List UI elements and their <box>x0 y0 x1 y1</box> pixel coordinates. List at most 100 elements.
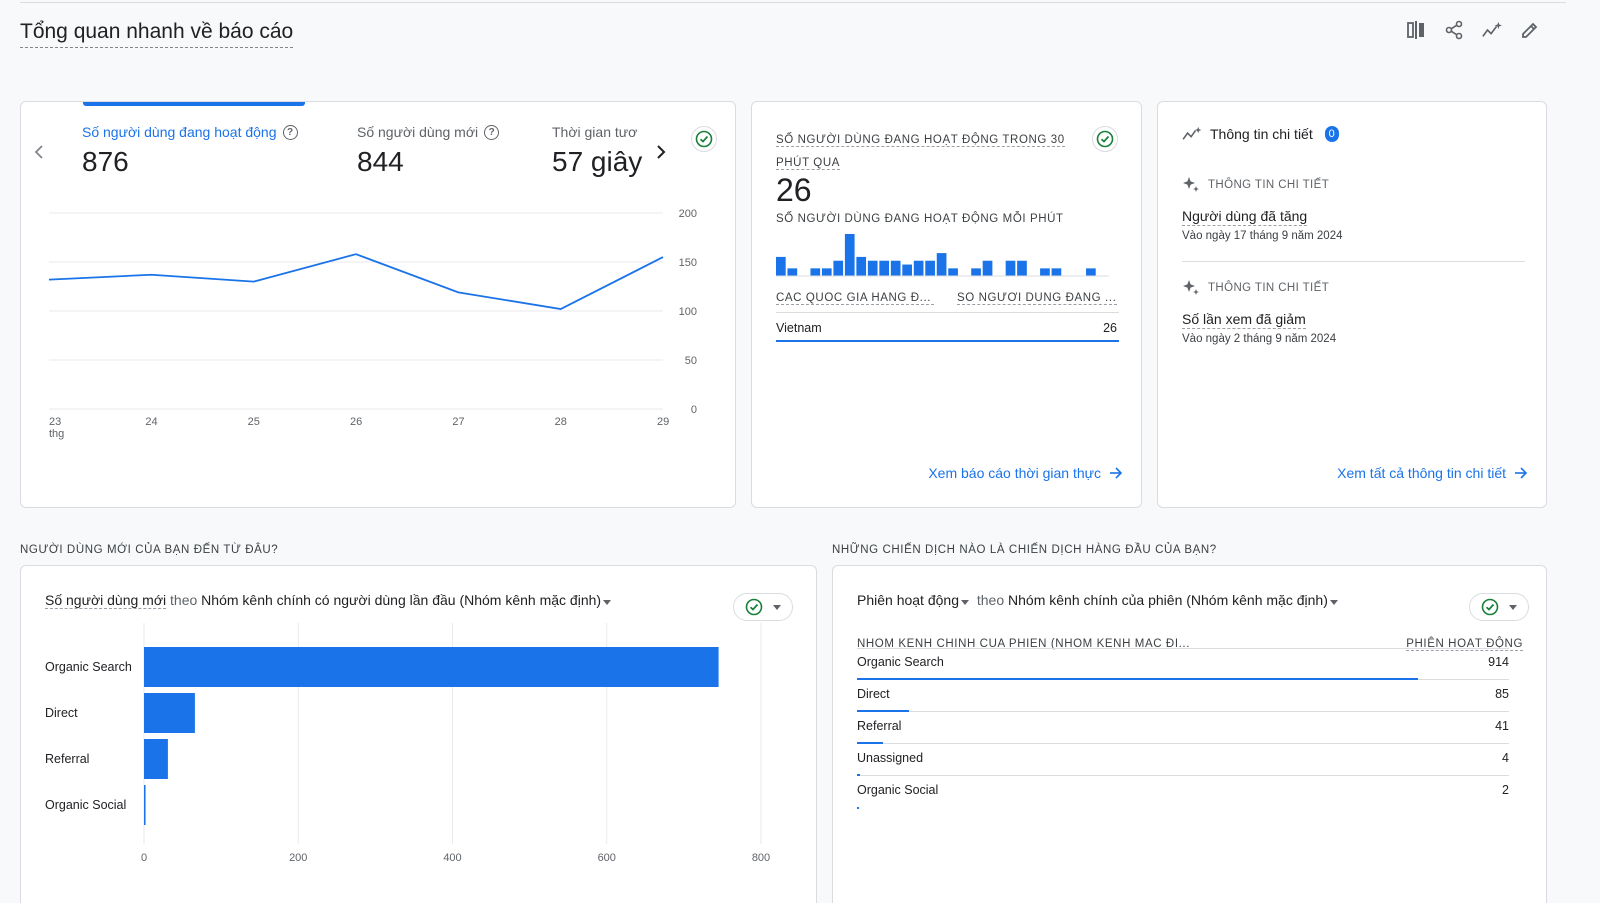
table-row[interactable]: Unassigned 4 <box>857 744 1509 776</box>
insight-date: Vào ngày 2 tháng 9 năm 2024 <box>1182 333 1337 345</box>
table-row[interactable]: Direct 85 <box>857 680 1509 712</box>
new-users-card: Số người dùng mới theo Nhóm kênh chính c… <box>20 565 817 903</box>
campaigns-section-title: NHỮNG CHIẾN DỊCH NÀO LÀ CHIẾN DỊCH HÀNG … <box>832 544 1217 556</box>
metric-selector[interactable]: Phiên hoạt động <box>857 592 959 608</box>
row-sessions-value: 4 <box>1502 751 1509 765</box>
row-channel-name: Direct <box>857 687 890 701</box>
y-tick-label: 200 <box>679 208 697 220</box>
edit-icon[interactable] <box>1520 20 1540 40</box>
table-row[interactable]: Referral 41 <box>857 712 1509 744</box>
header-divider <box>857 648 1509 649</box>
row-channel-name: Referral <box>857 719 902 733</box>
realtime-card: SỐ NGƯỜI DÙNG ĐANG HOẠT ĐỘNG TRONG 30 PH… <box>751 101 1142 508</box>
insights-title: Thông tin chi tiết <box>1210 126 1313 142</box>
x-tick-label: 23 <box>49 416 61 428</box>
arrow-right-icon <box>1110 467 1123 479</box>
insights-header: Thông tin chi tiết 0 <box>1182 126 1339 142</box>
horizontal-bar-chart: 0 200 400 600 800 Organic Search Direct Referra… <box>45 623 770 864</box>
minute-bar <box>844 234 855 276</box>
x-tick-label: 200 <box>289 852 307 864</box>
overview-card: Số người dùng đang hoạt động? 876 Số ngư… <box>20 101 736 508</box>
table-row[interactable]: Organic Social 2 <box>857 776 1509 809</box>
insight-title: Số lần xem đã giảm <box>1182 311 1306 329</box>
insight-date: Vào ngày 17 tháng 9 năm 2024 <box>1182 230 1343 242</box>
minute-bar <box>1086 268 1096 276</box>
bar <box>144 693 195 733</box>
minute-bar <box>1005 260 1016 276</box>
y-tick-label: 0 <box>691 404 697 416</box>
minute-bar <box>971 268 981 276</box>
arrow-right-icon <box>1515 467 1528 479</box>
realtime-value: 26 <box>776 172 812 208</box>
caret-down-icon <box>1509 604 1517 610</box>
campaigns-card: Phiên hoạt động theo Nhóm kênh chính của… <box>832 565 1547 903</box>
data-quality-check-icon <box>1481 598 1499 616</box>
x-tick-label: 400 <box>443 852 461 864</box>
divider <box>776 312 1119 313</box>
x-tick-label: 26 <box>350 416 362 428</box>
realtime-col-users: SỐ NGƯỜI DÙNG ĐANG ... <box>957 292 1117 305</box>
page-title: Tổng quan nhanh về báo cáo <box>20 19 294 48</box>
divider <box>1182 261 1525 262</box>
row-sessions-value: 41 <box>1495 719 1509 733</box>
table-options-button[interactable] <box>1469 593 1529 621</box>
new-users-section-title: NGƯỜI DÙNG MỚI CỦA BẠN ĐẾN TỪ ĐÂU? <box>20 544 279 556</box>
line-chart: 0 50 100 150 200 23 24 25 26 27 28 29 thg <box>48 208 697 440</box>
realtime-row-name: Vietnam <box>776 321 822 335</box>
category-label: Referral <box>45 752 89 766</box>
insights-icon[interactable] <box>1482 20 1502 40</box>
insights-icon <box>1182 126 1202 140</box>
category-label: Organic Social <box>45 798 126 812</box>
realtime-report-link[interactable]: Xem báo cáo thời gian thực <box>928 465 1123 481</box>
table-row[interactable]: Organic Search 914 <box>857 648 1509 680</box>
row-sessions-value: 2 <box>1502 783 1509 797</box>
x-tick-label: 28 <box>555 416 567 428</box>
compare-icon[interactable] <box>1406 20 1426 40</box>
minute-bar <box>867 260 878 276</box>
minute-bar <box>879 260 890 276</box>
minute-bar <box>982 260 993 276</box>
row-sessions-value: 914 <box>1488 655 1509 669</box>
campaigns-table-title: Phiên hoạt động theo Nhóm kênh chính của… <box>857 592 1338 608</box>
insight-item[interactable]: THÔNG TIN CHI TIẾT Số lần xem đã giảm Và… <box>1182 279 1336 345</box>
realtime-row-value: 26 <box>1103 321 1117 335</box>
sparkle-icon <box>1183 280 1199 295</box>
realtime-subtitle: SỐ NGƯỜI DÙNG ĐANG HOẠT ĐỘNG MỖI PHÚT <box>776 213 1064 225</box>
x-tick-label: 800 <box>752 852 770 864</box>
x-tick-label: 0 <box>141 852 147 864</box>
category-label: Direct <box>45 706 78 720</box>
y-tick-label: 150 <box>679 257 697 269</box>
minute-bar <box>821 268 832 276</box>
minute-bar <box>1051 268 1062 276</box>
y-tick-label: 50 <box>685 355 697 367</box>
share-icon[interactable] <box>1444 20 1464 40</box>
x-tick-label: 29 <box>657 416 669 428</box>
row-share-bar <box>857 807 859 809</box>
row-channel-name: Organic Social <box>857 783 939 797</box>
realtime-title: SỐ NGƯỜI DÙNG ĐANG HOẠT ĐỘNG TRONG 30 PH… <box>776 134 1065 170</box>
minute-bar <box>833 260 844 276</box>
category-label: Organic Search <box>45 660 132 674</box>
minute-bar-chart <box>776 234 1109 277</box>
insight-title: Người dùng đã tăng <box>1182 208 1308 226</box>
row-sessions-value: 85 <box>1495 687 1509 701</box>
bar <box>144 785 146 825</box>
y-tick-label: 100 <box>679 306 697 318</box>
caret-down-icon[interactable] <box>1329 600 1338 605</box>
minute-bar <box>902 264 912 276</box>
minute-bar <box>913 260 924 276</box>
minute-bar <box>1040 268 1050 276</box>
caret-down-icon[interactable] <box>960 600 969 605</box>
minute-bar <box>1017 260 1027 276</box>
bar <box>144 739 168 779</box>
insights-count-badge: 0 <box>1324 126 1339 142</box>
x-tick-label: 24 <box>145 416 157 428</box>
all-insights-link[interactable]: Xem tất cả thông tin chi tiết <box>1337 465 1528 481</box>
minute-bar <box>890 260 901 276</box>
row-channel-name: Organic Search <box>857 655 944 669</box>
minute-bar <box>936 253 947 276</box>
dimension-selector[interactable]: Nhóm kênh chính của phiên (Nhóm kênh mặc… <box>1008 592 1328 608</box>
insight-item[interactable]: THÔNG TIN CHI TIẾT Người dùng đã tăng Và… <box>1182 176 1343 242</box>
x-tick-label: 27 <box>452 416 464 428</box>
data-quality-check-icon[interactable] <box>1092 126 1118 152</box>
